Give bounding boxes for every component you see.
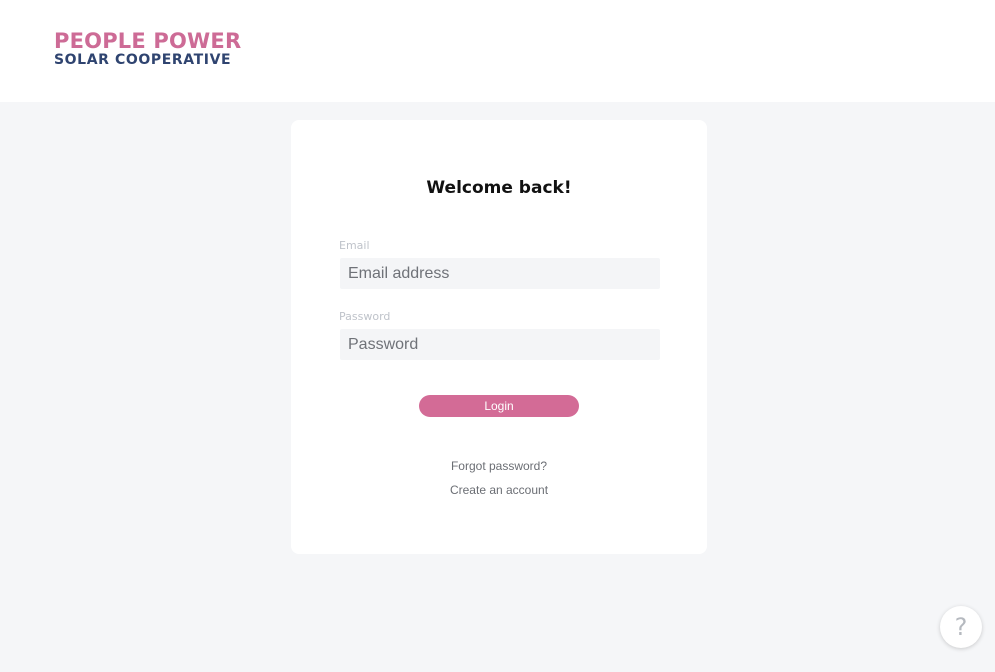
password-label: Password (339, 310, 391, 323)
create-account-link[interactable]: Create an account (291, 483, 707, 497)
login-card: Welcome back! Email Password Login Forgo… (291, 120, 707, 554)
logo-title: PEOPLE POWER (54, 29, 242, 53)
email-field[interactable] (340, 258, 660, 289)
page-title: Welcome back! (426, 178, 572, 198)
question-mark-icon: ? (954, 613, 968, 641)
help-button[interactable]: ? (940, 606, 982, 648)
email-label: Email (339, 239, 370, 252)
login-button[interactable]: Login (419, 395, 579, 417)
forgot-password-link[interactable]: Forgot password? (291, 459, 707, 473)
logo-subtitle: SOLAR COOPERATIVE (54, 52, 232, 68)
logo[interactable]: PEOPLE POWER SOLAR COOPERATIVE (54, 29, 242, 68)
password-field[interactable] (340, 329, 660, 360)
site-header: PEOPLE POWER SOLAR COOPERATIVE (0, 0, 995, 102)
